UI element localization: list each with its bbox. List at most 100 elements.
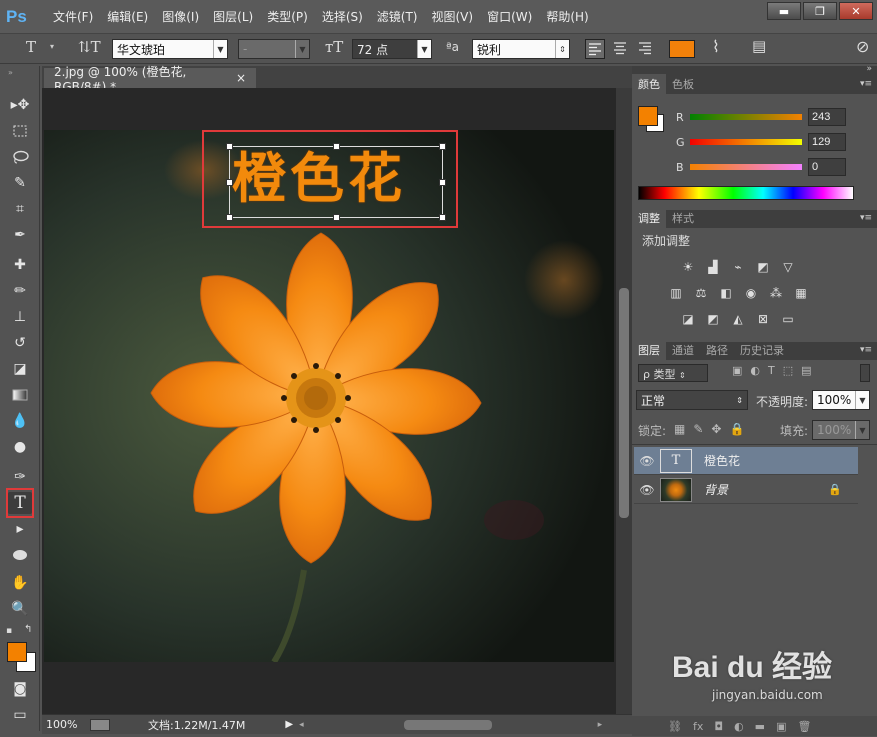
default-colors-icon[interactable]: ▪	[6, 626, 12, 636]
clone-stamp-tool-icon[interactable]: ⊥	[8, 306, 32, 328]
swap-colors-icon[interactable]: ↰	[24, 624, 32, 635]
menu-select[interactable]: 选择(S)	[315, 0, 370, 34]
blue-slider[interactable]	[690, 164, 802, 170]
zoom-level[interactable]: 100%	[46, 718, 90, 731]
menu-layer[interactable]: 图层(L)	[206, 0, 260, 34]
vertical-scrollbar[interactable]	[616, 88, 632, 714]
filter-pixel-icon[interactable]: ▣	[732, 364, 742, 377]
black-white-icon[interactable]: ◧	[716, 284, 736, 301]
menu-view[interactable]: 视图(V)	[425, 0, 481, 34]
layer-name[interactable]: 背景	[704, 481, 728, 498]
pen-tool-icon[interactable]: ✑	[8, 466, 32, 488]
color-spectrum-ramp[interactable]	[638, 186, 854, 200]
filter-type-icon[interactable]: T	[768, 364, 775, 377]
blur-tool-icon[interactable]: 💧	[8, 410, 32, 432]
filter-toggle[interactable]	[860, 364, 870, 382]
color-panel-foreground-swatch[interactable]	[638, 106, 658, 126]
levels-icon[interactable]: ▟	[703, 258, 723, 275]
character-panel-icon[interactable]: ▤	[752, 37, 766, 55]
lock-pixels-icon[interactable]: ✎	[693, 422, 703, 436]
layer-name[interactable]: 橙色花	[704, 452, 740, 469]
minimize-button[interactable]: ▬	[767, 2, 801, 20]
horizontal-scroll-thumb[interactable]	[403, 719, 492, 730]
scroll-left-icon[interactable]: ◂	[299, 720, 304, 730]
close-tab-icon[interactable]: ×	[236, 71, 246, 85]
history-brush-tool-icon[interactable]: ↺	[8, 332, 32, 354]
quick-selection-tool-icon[interactable]: ✎	[8, 172, 32, 194]
maximize-button[interactable]: ❐	[803, 2, 837, 20]
status-menu-arrow-icon[interactable]: ▶	[285, 719, 293, 730]
invert-icon[interactable]: ◪	[678, 310, 698, 327]
panel-menu-icon[interactable]: ▾≡	[860, 213, 872, 223]
eraser-tool-icon[interactable]: ◪	[8, 358, 32, 380]
panel-menu-icon[interactable]: ▾≡	[860, 79, 872, 89]
visibility-eye-icon[interactable]: 👁	[634, 483, 660, 497]
layer-filter-select[interactable]: ρ 类型 ⇕	[638, 364, 708, 382]
tab-adjustments[interactable]: 调整	[632, 208, 666, 228]
type-tool-preset-icon[interactable]: T	[26, 38, 36, 56]
warp-text-icon[interactable]: ⌇	[712, 37, 720, 56]
crop-tool-icon[interactable]: ⌗	[8, 198, 32, 220]
panel-menu-icon[interactable]: ▾≡	[860, 345, 872, 355]
align-center-button[interactable]	[611, 39, 631, 59]
layer-row-text[interactable]: 👁 T 橙色花	[634, 447, 858, 475]
cancel-icon[interactable]: ⊘	[856, 37, 869, 56]
lock-transparent-icon[interactable]: ▦	[674, 422, 685, 436]
zoom-tool-icon[interactable]: 🔍	[8, 598, 32, 620]
status-info-icon[interactable]	[90, 718, 110, 731]
tab-layers[interactable]: 图层	[632, 340, 666, 360]
color-lookup-icon[interactable]: ▦	[791, 284, 811, 301]
brush-tool-icon[interactable]: ✏	[8, 280, 32, 302]
visibility-eye-icon[interactable]: 👁	[634, 454, 660, 468]
red-slider[interactable]	[690, 114, 802, 120]
antialias-select[interactable]: 锐利 ⇕	[472, 39, 570, 59]
photo-filter-icon[interactable]: ◉	[741, 284, 761, 301]
eyedropper-tool-icon[interactable]: ✒	[8, 224, 32, 246]
tab-styles[interactable]: 样式	[666, 208, 700, 228]
filter-smart-object-icon[interactable]: ▤	[801, 364, 811, 377]
hand-tool-icon[interactable]: ✋	[8, 572, 32, 594]
color-balance-icon[interactable]: ⚖	[691, 284, 711, 301]
fill-input[interactable]: 100% ▼	[812, 420, 870, 440]
threshold-icon[interactable]: ◭	[728, 310, 748, 327]
tab-history[interactable]: 历史记录	[734, 340, 790, 360]
menu-type[interactable]: 类型(P)	[260, 0, 315, 34]
tab-color[interactable]: 颜色	[632, 74, 666, 94]
lasso-tool-icon[interactable]	[8, 146, 32, 168]
marquee-tool-icon[interactable]	[8, 120, 32, 142]
tab-swatches[interactable]: 色板	[666, 74, 700, 94]
align-right-button[interactable]	[636, 39, 656, 59]
filter-adjustment-icon[interactable]: ◐	[750, 364, 760, 377]
move-tool-icon[interactable]: ▸✥	[8, 94, 32, 116]
gradient-tool-icon[interactable]	[8, 384, 32, 406]
align-left-button[interactable]	[585, 39, 605, 59]
tab-channels[interactable]: 通道	[666, 340, 700, 360]
gradient-map-icon[interactable]: ▭	[778, 310, 798, 327]
posterize-icon[interactable]: ◩	[703, 310, 723, 327]
channel-mixer-icon[interactable]: ⁂	[766, 284, 786, 301]
menu-filter[interactable]: 滤镜(T)	[370, 0, 425, 34]
collapse-panels-icon[interactable]: »	[866, 64, 872, 74]
menu-help[interactable]: 帮助(H)	[539, 0, 595, 34]
curves-icon[interactable]: ⌁	[728, 258, 748, 275]
lock-position-icon[interactable]: ✥	[711, 422, 721, 436]
menu-image[interactable]: 图像(I)	[155, 0, 206, 34]
document-tab[interactable]: 2.jpg @ 100% (橙色花, RGB/8#) * ×	[44, 65, 256, 94]
font-family-select[interactable]: 华文琥珀 ▼	[112, 39, 228, 59]
green-value-input[interactable]	[808, 133, 846, 151]
screen-mode-icon[interactable]: ▭	[8, 704, 32, 726]
canvas-area[interactable]: 橙色花	[42, 88, 616, 714]
filter-shape-icon[interactable]: ⬚	[783, 364, 793, 377]
dodge-tool-icon[interactable]: ●	[8, 436, 32, 458]
flower-photo[interactable]: 橙色花	[44, 130, 614, 662]
healing-brush-tool-icon[interactable]: ✚	[8, 254, 32, 276]
toggle-orientation-icon[interactable]: ⇅T	[78, 38, 101, 56]
layer-row-background[interactable]: 👁 背景 🔒	[634, 476, 858, 504]
vertical-scroll-thumb[interactable]	[619, 288, 629, 518]
tab-paths[interactable]: 路径	[700, 340, 734, 360]
blend-mode-select[interactable]: 正常 ⇕	[636, 390, 748, 410]
foreground-color-swatch[interactable]	[7, 642, 27, 662]
exposure-icon[interactable]: ◩	[753, 258, 773, 275]
opacity-input[interactable]: 100% ▼	[812, 390, 870, 410]
font-size-select[interactable]: 72 点 ▼	[352, 39, 432, 59]
